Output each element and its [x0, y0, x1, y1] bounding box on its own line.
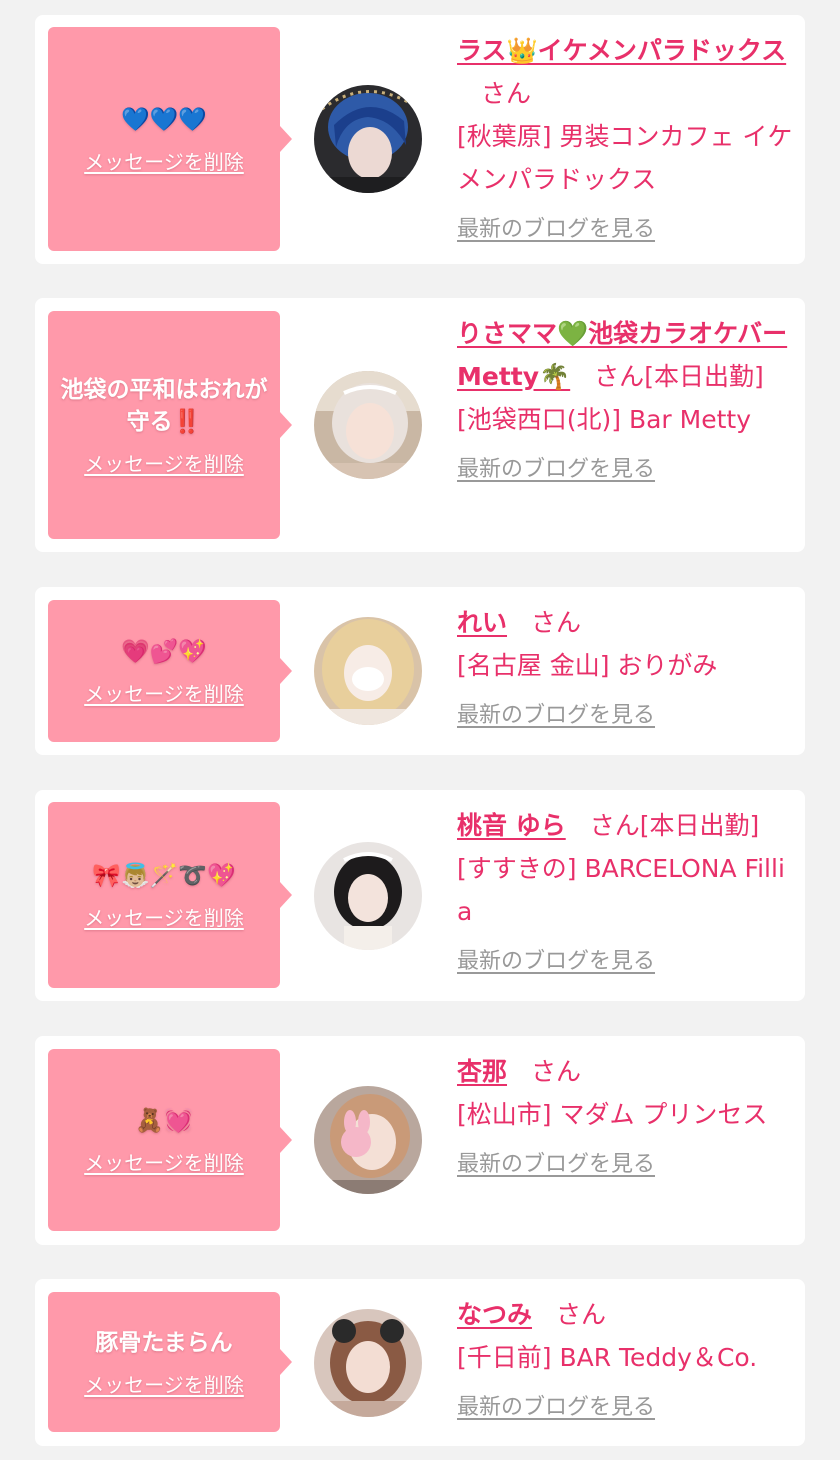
view-blog-link[interactable]: 最新のブログを見る: [457, 701, 655, 731]
profile-info: なつみ さん [千日前] BAR Teddy＆Co. 最新のブログを見る: [457, 1293, 793, 1423]
message-bubble: 豚骨たまらん メッセージを削除: [48, 1292, 292, 1432]
avatar[interactable]: [314, 85, 422, 193]
list-item: 豚骨たまらん メッセージを削除 なつみ さん [千日前] BAR Teddy＆Co…: [35, 1279, 805, 1446]
avatar[interactable]: [314, 842, 422, 950]
delete-message-link[interactable]: メッセージを削除: [84, 150, 244, 174]
name-line: ラス👑イケメンパラドックスさん: [457, 29, 793, 115]
message-text: 🧸💓: [135, 1108, 193, 1134]
honorific-label: さん: [594, 362, 645, 391]
message-text: 💙💙💙: [121, 107, 207, 133]
profile-name-link[interactable]: れい: [457, 608, 507, 637]
view-blog-link[interactable]: 最新のブログを見る: [457, 455, 655, 485]
message-text: 池袋の平和はおれが守る‼️: [60, 377, 268, 435]
avatar[interactable]: [314, 1309, 422, 1417]
avatar[interactable]: [314, 371, 422, 479]
message-text: 💗💕💖: [121, 639, 207, 665]
message-bubble: 💙💙💙 メッセージを削除: [48, 27, 292, 251]
profile-info: りさママ💚池袋カラオケバーMetty🌴 さん[本日出勤] [池袋西口(北)] Ba…: [457, 312, 793, 485]
status-label: [本日出勤]: [644, 362, 764, 391]
profile-name-link[interactable]: 桃音 ゆら: [457, 811, 566, 840]
honorific-label: さん: [531, 1057, 582, 1086]
message-bubble: 🎀👼🏼🪄➰💖 メッセージを削除: [48, 802, 292, 988]
list-item: 池袋の平和はおれが守る‼️ メッセージを削除 りさママ💚池袋カラオケバーMett…: [35, 298, 805, 552]
message-bubble: 池袋の平和はおれが守る‼️ メッセージを削除: [48, 311, 292, 539]
shop-label: [松山市] マダム プリンセス: [457, 1100, 768, 1129]
message-bubble: 💗💕💖 メッセージを削除: [48, 600, 292, 742]
message-text: 豚骨たまらん: [95, 1330, 233, 1356]
list-item: 🧸💓 メッセージを削除 杏那 さん [松山市] マダム プリンセス 最新のブログを…: [35, 1036, 805, 1245]
honorific-label: さん: [481, 79, 532, 108]
shop-label: [秋葉原] 男装コンカフェ イケメンパラドックス: [457, 122, 793, 194]
name-line: 杏那 さん: [457, 1050, 793, 1093]
avatar[interactable]: [314, 617, 422, 725]
view-blog-link[interactable]: 最新のブログを見る: [457, 1150, 655, 1180]
list-item: 🎀👼🏼🪄➰💖 メッセージを削除 桃音 ゆら さん[本日出勤] [すすきの] BAR…: [35, 790, 805, 1001]
profile-info: 桃音 ゆら さん[本日出勤] [すすきの] BARCELONA Fillia 最新…: [457, 804, 793, 977]
delete-message-link[interactable]: メッセージを削除: [84, 906, 244, 930]
message-bubble: 🧸💓 メッセージを削除: [48, 1049, 292, 1231]
shop-label: [すすきの] BARCELONA Fillia: [457, 854, 785, 926]
profile-info: ラス👑イケメンパラドックスさん [秋葉原] 男装コンカフェ イケメンパラドックス…: [457, 29, 793, 245]
honorific-label: さん: [589, 811, 640, 840]
name-line: りさママ💚池袋カラオケバーMetty🌴 さん[本日出勤]: [457, 312, 793, 398]
honorific-label: さん: [556, 1300, 607, 1329]
profile-info: 杏那 さん [松山市] マダム プリンセス 最新のブログを見る: [457, 1050, 793, 1180]
name-line: なつみ さん: [457, 1293, 793, 1336]
profile-name-link[interactable]: なつみ: [457, 1300, 532, 1329]
avatar[interactable]: [314, 1086, 422, 1194]
delete-message-link[interactable]: メッセージを削除: [84, 682, 244, 706]
delete-message-link[interactable]: メッセージを削除: [84, 1373, 244, 1397]
delete-message-link[interactable]: メッセージを削除: [84, 452, 244, 476]
name-line: れい さん: [457, 601, 793, 644]
view-blog-link[interactable]: 最新のブログを見る: [457, 947, 655, 977]
view-blog-link[interactable]: 最新のブログを見る: [457, 1393, 655, 1423]
status-label: [本日出勤]: [639, 811, 760, 840]
profile-name-link[interactable]: ラス👑イケメンパラドックス: [457, 36, 786, 65]
shop-label: [池袋西口(北)] Bar Metty: [457, 405, 752, 434]
profile-name-link[interactable]: 杏那: [457, 1057, 507, 1086]
message-text: 🎀👼🏼🪄➰💖: [92, 863, 236, 889]
shop-label: [千日前] BAR Teddy＆Co.: [457, 1343, 758, 1372]
list-item: 💙💙💙 メッセージを削除 ラス👑イケメンパラドックスさん [秋葉原] 男装コンカ…: [35, 15, 805, 264]
name-line: 桃音 ゆら さん[本日出勤]: [457, 804, 793, 847]
list-item: 💗💕💖 メッセージを削除 れい さん [名古屋 金山] おりがみ 最新のブログを見…: [35, 587, 805, 755]
profile-info: れい さん [名古屋 金山] おりがみ 最新のブログを見る: [457, 601, 793, 731]
message-list: 💙💙💙 メッセージを削除 ラス👑イケメンパラドックスさん [秋葉原] 男装コンカ…: [0, 0, 840, 1460]
honorific-label: さん: [531, 608, 582, 637]
view-blog-link[interactable]: 最新のブログを見る: [457, 215, 655, 245]
shop-label: [名古屋 金山] おりがみ: [457, 651, 718, 680]
delete-message-link[interactable]: メッセージを削除: [84, 1151, 244, 1175]
